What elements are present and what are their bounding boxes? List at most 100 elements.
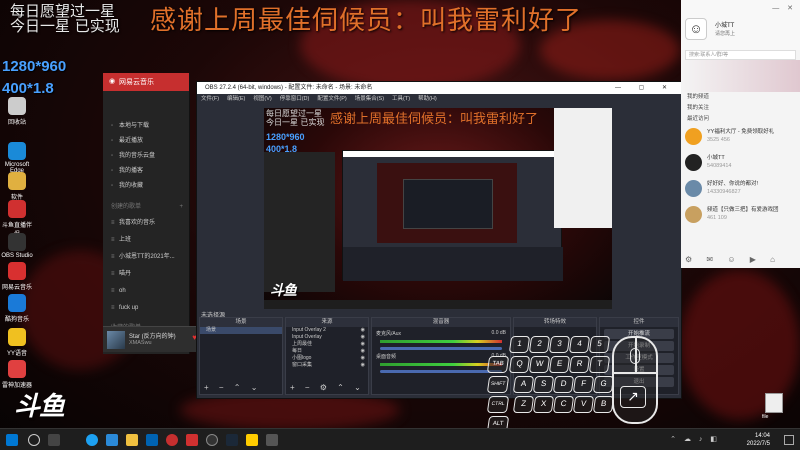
menu-item[interactable]: 场景集合(S) — [355, 96, 384, 102]
app-icon — [8, 97, 26, 115]
avatar — [685, 154, 702, 171]
now-playing-bar[interactable]: Star (反方向的钟) XMASwu ♥ — [103, 326, 200, 352]
sensitivity-label: 400*1.8 — [2, 80, 54, 97]
yy-panel: ☺ 小城TT 请您再上 — ✕ 搜索:联系人/群/等 我的频道 我的关注 最近访问 … — [681, 0, 800, 268]
user-name: 小城TT — [715, 23, 735, 29]
app-icon[interactable] — [106, 434, 118, 446]
desktop-icon[interactable]: 网易云音乐 — [0, 262, 34, 291]
playlist-icon: ≡ — [111, 305, 115, 311]
source-item[interactable]: Input Overlay ◉ — [286, 334, 368, 341]
desktop-icon[interactable]: 酷狗音乐 — [0, 294, 34, 323]
source-item[interactable]: 每日 ◉ — [286, 348, 368, 355]
obs-menubar: 文件(F) 编辑(E) 视图(V) 停靠窗口(D) 配置文件(P) 场景集合(S) 工具(T… — [197, 94, 681, 104]
playlist-item[interactable]: ≡ fuck up — [103, 300, 189, 317]
menu-item[interactable]: 视图(V) — [253, 96, 271, 102]
edge-icon[interactable] — [86, 434, 98, 446]
now-playing-artist: XMASwu — [129, 340, 152, 346]
channel-row[interactable]: YY福利大厅 - 免费领取好礼 3525 456 — [681, 125, 800, 151]
store-icon[interactable] — [146, 434, 158, 446]
preview-wish-2: 今日一星 已实现 — [266, 118, 325, 127]
app-icon[interactable] — [266, 434, 278, 446]
yy-toolbar[interactable]: ⚙ ✉ ☺ ▶ ⌂ — [685, 255, 796, 264]
eye-icon[interactable]: ◉ — [361, 355, 365, 362]
yy-menu-item[interactable]: 最近访问 — [681, 114, 800, 125]
window-controls[interactable]: — ✕ — [772, 4, 796, 12]
user-avatar[interactable]: ☺ — [685, 18, 707, 40]
scenes-header: 场景 — [200, 318, 282, 327]
desktop-icon[interactable]: 软件 — [0, 172, 34, 201]
volume-meter — [380, 340, 502, 343]
key: 3 — [548, 336, 571, 353]
volume-slider[interactable] — [380, 370, 502, 373]
channel-row[interactable]: 频道【只做三把】有爱游戏团 461 109 — [681, 203, 800, 229]
desktop-icon[interactable]: YY语音 — [0, 328, 34, 357]
playlist-item[interactable]: ≡ oh — [103, 283, 189, 300]
obs-preview[interactable]: 每日愿望过一星 今日一星 已实现 感谢上周最佳伺候员：叫我雷利好了 1280*9… — [264, 108, 612, 309]
playlist-item[interactable]: ≡ 小城恩TT的2021年... — [103, 249, 189, 266]
app-icon — [8, 172, 26, 190]
menu-item[interactable]: 帮助(H) — [418, 96, 437, 102]
key: 4 — [568, 336, 591, 353]
desktop-icon[interactable]: 回收站 — [0, 97, 34, 126]
sidebar-item[interactable]: ▫ 我的收藏 — [103, 179, 189, 194]
task-view-icon[interactable] — [48, 434, 60, 446]
yy-menu-item[interactable]: 我的关注 — [681, 103, 800, 114]
netease-taskbar-icon[interactable] — [166, 434, 178, 446]
eye-icon[interactable]: ◉ — [361, 334, 365, 341]
playlist-item[interactable]: ≡ 上班 — [103, 232, 189, 249]
desktop-icon[interactable]: 雷神加速器 — [0, 360, 34, 389]
menu-item[interactable]: 配置文件(P) — [317, 96, 346, 102]
notification-icon[interactable] — [784, 435, 794, 445]
menu-icon: ▫ — [111, 138, 114, 144]
channel-row[interactable]: 小城TT 54089414 — [681, 151, 800, 177]
menu-item[interactable]: 编辑(E) — [227, 96, 245, 102]
netease-titlebar: ◉ 网易云音乐 — [103, 73, 189, 91]
source-controls[interactable]: + − ⚙ ⌃ ⌄ — [290, 383, 365, 392]
search-input[interactable]: 搜索:联系人/群/等 — [685, 50, 796, 60]
source-item[interactable]: 窗口采集 ◉ — [286, 362, 368, 369]
mouse-overlay — [612, 336, 658, 424]
menu-icon: ▫ — [111, 168, 114, 174]
source-item[interactable]: Input Overlay 2 ◉ — [286, 327, 368, 334]
menu-item[interactable]: 工具(T) — [392, 96, 410, 102]
obs-taskbar-icon[interactable] — [206, 434, 218, 446]
key: A — [512, 376, 535, 393]
yy-menu-item[interactable]: 我的频道 — [681, 92, 800, 103]
steam-icon[interactable] — [226, 434, 238, 446]
eye-icon[interactable]: ◉ — [361, 341, 365, 348]
desktop-file-icon[interactable] — [765, 393, 783, 413]
menu-item[interactable]: 停靠窗口(D) — [280, 96, 310, 102]
eye-icon[interactable]: ◉ — [361, 348, 365, 355]
tray-icons[interactable]: ⌃ ☁ ♪ ◧ — [670, 435, 720, 443]
nested-obs — [342, 150, 563, 281]
playlist-item[interactable]: ≡ 喵丹 — [103, 266, 189, 283]
window-controls[interactable]: — ▢ ✕ — [615, 82, 675, 94]
sidebar-item[interactable]: ▫ 我的音乐云盘 — [103, 149, 189, 164]
channel-row[interactable]: 好好好、你说的都对! 14330946827 — [681, 177, 800, 203]
eye-icon[interactable]: ◉ — [361, 327, 365, 334]
start-icon[interactable] — [6, 434, 18, 446]
search-icon[interactable] — [28, 434, 40, 446]
taskbar: ⌃ ☁ ♪ ◧ 14:04 2022/7/5 — [0, 428, 800, 450]
folder-icon[interactable] — [126, 434, 138, 446]
yy-taskbar-icon[interactable] — [246, 434, 258, 446]
douyu-taskbar-icon[interactable] — [186, 434, 198, 446]
desktop-icon[interactable]: Microsoft Edge — [0, 142, 34, 174]
now-playing-title: Star (反方向的钟) — [129, 334, 176, 340]
key: C — [552, 396, 575, 413]
sidebar-item[interactable]: ▫ 本地与下载 — [103, 119, 189, 134]
app-icon — [8, 360, 26, 378]
eye-icon[interactable]: ◉ — [361, 362, 365, 369]
sidebar-item[interactable]: ▫ 最近播放 — [103, 134, 189, 149]
scene-item[interactable]: 场景 — [200, 327, 282, 334]
playlist-item[interactable]: ≡ 我喜欢的音乐 — [103, 215, 189, 232]
clock[interactable]: 14:04 2022/7/5 — [747, 432, 770, 448]
playlist-icon: ≡ — [111, 220, 115, 226]
key: SHIFT — [486, 376, 510, 393]
sidebar-item[interactable]: ▫ 我的播客 — [103, 164, 189, 179]
source-item[interactable]: 小图logo ◉ — [286, 355, 368, 362]
scene-controls[interactable]: + − ⌃ ⌄ — [204, 383, 261, 392]
source-item[interactable]: 上周最佳 ◉ — [286, 341, 368, 348]
menu-item[interactable]: 文件(F) — [201, 96, 219, 102]
desktop-icon[interactable]: OBS Studio — [0, 233, 34, 259]
